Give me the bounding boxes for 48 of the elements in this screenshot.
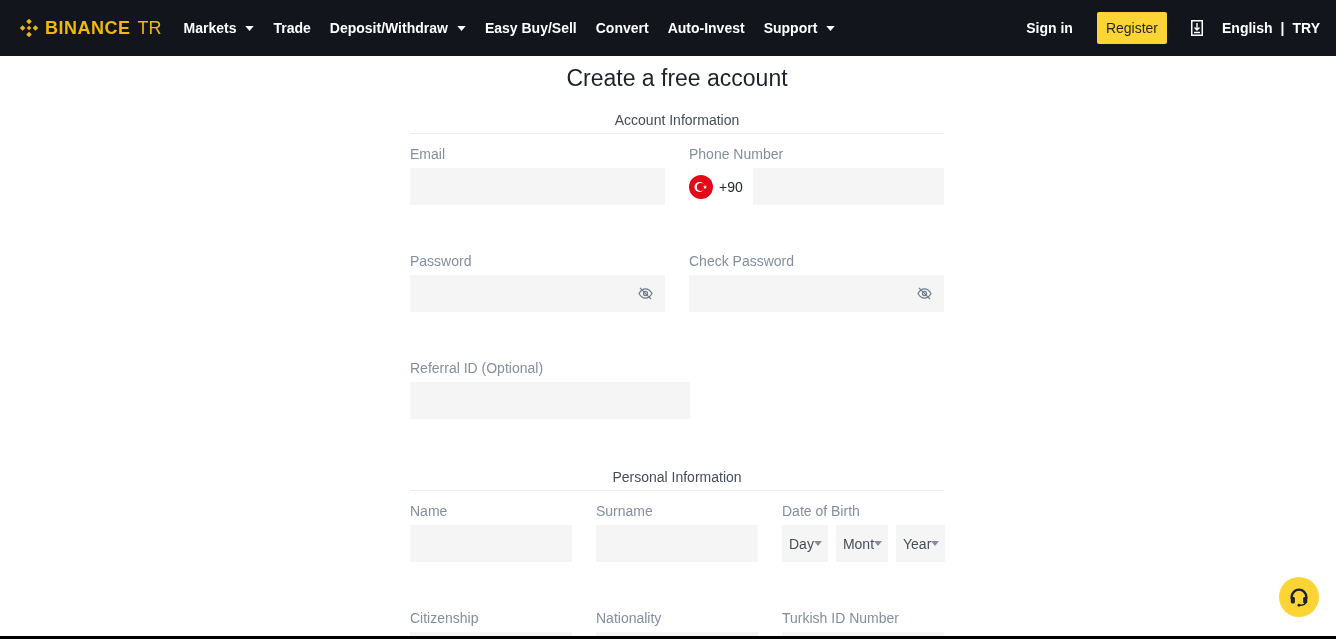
nav-menu-item[interactable]: Convert [595, 20, 649, 36]
nav-menu-item[interactable]: Trade [273, 20, 311, 36]
eye-hidden-icon[interactable] [638, 287, 653, 300]
caret-icon [931, 541, 940, 546]
field-label: Password [410, 253, 473, 269]
caret-icon [874, 541, 883, 546]
password-field[interactable] [410, 275, 665, 312]
field-label: Date of Birth [782, 503, 861, 519]
field-label: Nationality [596, 610, 663, 626]
field-label: Citizenship [410, 610, 480, 626]
caret-icon [456, 25, 466, 31]
nav-menu-item[interactable]: Auto-Invest [667, 20, 745, 36]
field-label: Referral ID (Optional) [410, 360, 545, 376]
field-label: Surname [596, 503, 654, 519]
diamond-logo-icon [18, 17, 40, 39]
support-headset-button[interactable] [1279, 577, 1319, 617]
date-select[interactable]: Year [896, 525, 946, 562]
nav-menu-item[interactable]: Deposit/Withdraw [329, 20, 466, 36]
currency-link[interactable]: TRY [1292, 20, 1320, 36]
nav-menu-item[interactable]: Support [763, 20, 836, 36]
nav-menu-item[interactable]: Markets [183, 20, 255, 36]
logo[interactable]: BINANCE TR [18, 17, 162, 39]
caret-icon [813, 541, 822, 546]
page-title: Create a free account [565, 65, 789, 92]
field-label: Check Password [689, 253, 796, 269]
sign-in-link[interactable]: Sign in [1026, 20, 1073, 36]
field-label: Phone Number [689, 146, 785, 162]
logo-suffix: TR [137, 17, 162, 39]
date-select[interactable]: Day [782, 525, 828, 562]
download-icon[interactable] [1191, 20, 1204, 36]
country-code[interactable]: +90 [719, 178, 743, 195]
section-heading: Personal Information [410, 469, 944, 491]
date-select[interactable]: Mont [835, 525, 889, 562]
language-link[interactable]: English [1222, 20, 1273, 36]
turkey-flag-icon [689, 174, 713, 199]
field-label: Email [410, 146, 446, 162]
section-heading: Account Information [410, 112, 944, 134]
separator-text: | [1280, 20, 1285, 36]
nav-menu-item[interactable]: Easy Buy/Sell [484, 20, 577, 36]
logo-text: BINANCE [45, 17, 131, 39]
register-button[interactable]: Register [1096, 12, 1168, 44]
caret-icon [245, 25, 255, 31]
eye-hidden-icon[interactable] [917, 287, 932, 300]
headset-icon [1288, 586, 1310, 608]
field-label: Name [410, 503, 449, 519]
password-field[interactable] [689, 275, 944, 312]
caret-icon [826, 25, 836, 31]
field-label: Turkish ID Number [782, 610, 900, 626]
